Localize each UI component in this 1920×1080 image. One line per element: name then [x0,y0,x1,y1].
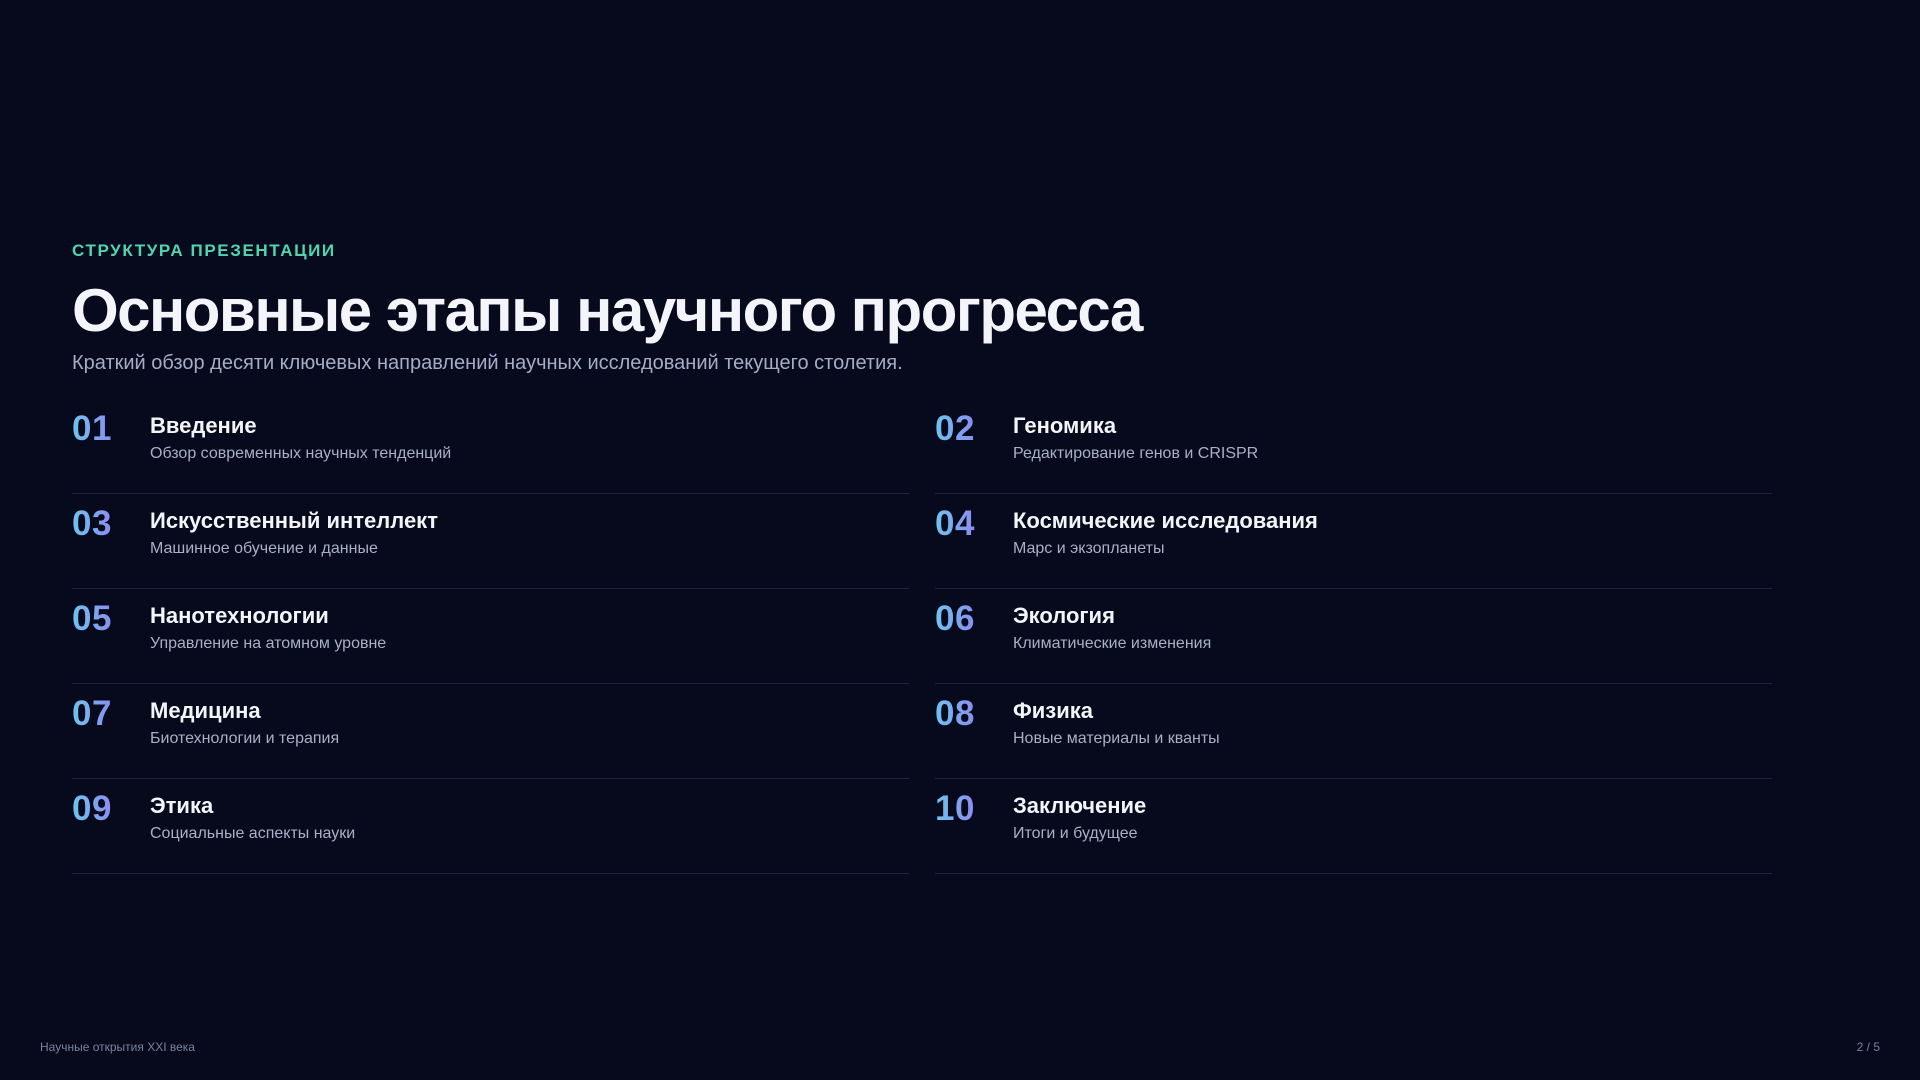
agenda-item: 09 Этика Социальные аспекты науки [72,780,909,874]
agenda-item-description: Обзор современных научных тенденций [150,445,452,462]
agenda-item-description: Марс и экзопланеты [1013,540,1165,557]
agenda-item-number: 01 [72,407,112,451]
agenda-item-title: Искусственный интеллект [150,508,438,533]
agenda-item-title: Геномика [1013,413,1117,438]
agenda-item: 07 Медицина Биотехнологии и терапия [72,685,909,779]
agenda-item-description: Управление на атомном уровне [150,635,387,652]
agenda-item-description: Итоги и будущее [1013,825,1138,842]
agenda-item-title: Медицина [150,698,261,723]
agenda-item-description: Новые материалы и кванты [1013,730,1220,747]
footer-presentation-name: Научные открытия XXI века [40,1040,195,1054]
section-eyebrow: СТРУКТУРА ПРЕЗЕНТАЦИИ [72,241,336,260]
agenda-item-title: Космические исследования [1013,508,1318,533]
agenda-item-number: 09 [72,787,112,831]
agenda-item-title: Этика [150,793,214,818]
agenda-item: 03 Искусственный интеллект Машинное обуч… [72,495,909,589]
agenda-item: 01 Введение Обзор современных научных те… [72,400,909,494]
agenda-item-title: Введение [150,413,257,438]
slide-subtitle: Краткий обзор десяти ключевых направлени… [72,352,903,374]
agenda-item: 10 Заключение Итоги и будущее [935,780,1772,874]
agenda-item-description: Машинное обучение и данные [150,540,378,557]
agenda-item-title: Нанотехнологии [150,603,329,628]
agenda-item-title: Физика [1013,698,1094,723]
agenda-item: 06 Экология Климатические изменения [935,590,1772,684]
agenda-item-number: 03 [72,502,112,546]
agenda-grid: 01 Введение Обзор современных научных те… [72,400,1774,875]
slide-title: Основные этапы научного прогресса [72,277,1143,344]
footer-page-indicator: 2 / 5 [1856,1040,1880,1054]
agenda-item: 08 Физика Новые материалы и кванты [935,685,1772,779]
agenda-item: 05 Нанотехнологии Управление на атомном … [72,590,909,684]
agenda-item-title: Экология [1013,603,1115,628]
agenda-item-description: Биотехнологии и терапия [150,730,340,747]
agenda-item-description: Климатические изменения [1013,635,1212,652]
agenda-item-number: 08 [935,692,975,736]
agenda-item-title: Заключение [1013,793,1147,818]
agenda-item-number: 05 [72,597,112,641]
agenda-item-number: 04 [935,502,975,546]
slide-header: СТРУКТУРА ПРЕЗЕНТАЦИИ Основные этапы нау… [72,240,1772,376]
agenda-item: 04 Космические исследования Марс и экзоп… [935,495,1772,589]
agenda-item-description: Социальные аспекты науки [150,825,356,842]
agenda-item-number: 06 [935,597,975,641]
agenda-item-number: 07 [72,692,112,736]
agenda-item-number: 02 [935,407,975,451]
agenda-item-number: 10 [935,787,975,831]
agenda-item-description: Редактирование генов и CRISPR [1013,445,1259,462]
agenda-item: 02 Геномика Редактирование генов и CRISP… [935,400,1772,494]
slide: СТРУКТУРА ПРЕЗЕНТАЦИИ Основные этапы нау… [0,0,1920,1080]
